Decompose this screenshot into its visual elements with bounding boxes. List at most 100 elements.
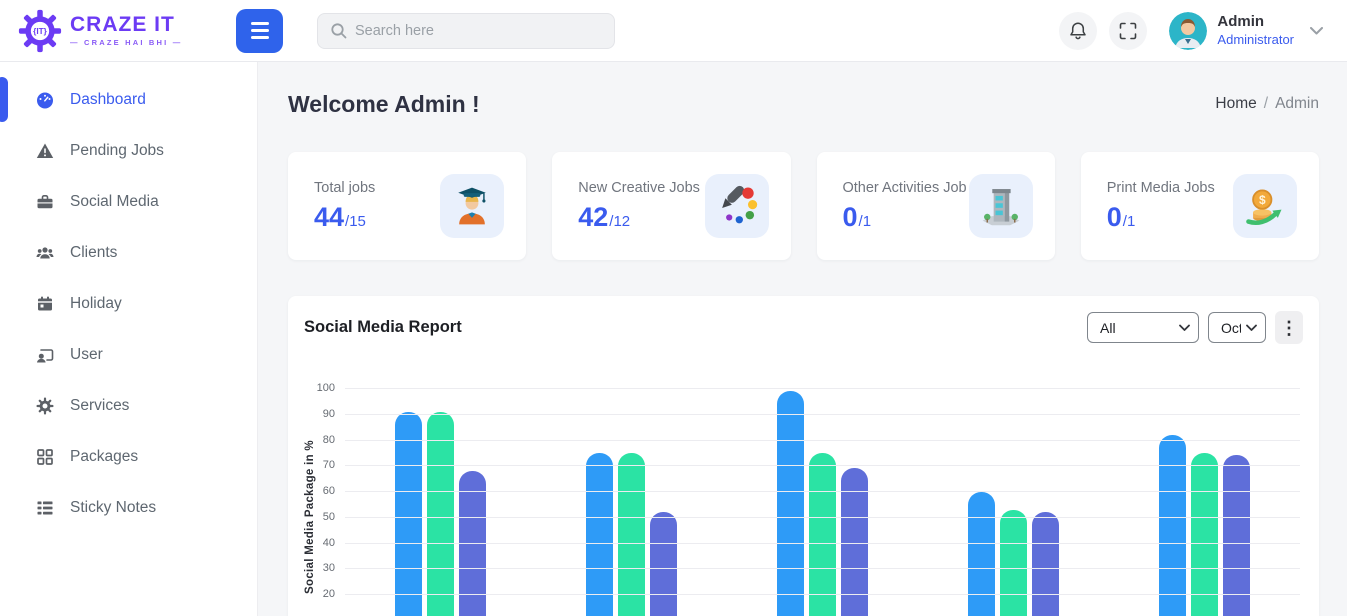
y-tick-label: 70 bbox=[299, 459, 335, 471]
sidebar-item-label: Dashboard bbox=[70, 91, 146, 109]
plot-area: Social Media Package in % 10090807060504… bbox=[345, 388, 1300, 616]
sidebar-item-pending-jobs[interactable]: Pending Jobs bbox=[0, 125, 257, 176]
search-bar[interactable] bbox=[317, 13, 615, 49]
notifications-button[interactable] bbox=[1059, 12, 1097, 50]
kebab-menu-icon[interactable]: ⋮ bbox=[1275, 311, 1303, 344]
y-tick-label: 100 bbox=[299, 382, 335, 394]
sidebar-item-label: Clients bbox=[70, 244, 117, 262]
sidebar: Dashboard Pending Jobs Social Media bbox=[0, 62, 258, 616]
stat-total: /15 bbox=[345, 213, 366, 230]
sidebar-toggle-button[interactable] bbox=[236, 9, 283, 53]
chevron-down-icon bbox=[1310, 27, 1323, 35]
gridline bbox=[345, 465, 1300, 466]
bar-blue bbox=[395, 412, 422, 616]
briefcase-icon bbox=[36, 193, 54, 211]
grid-icon bbox=[36, 448, 54, 466]
sidebar-item-label: Packages bbox=[70, 448, 138, 466]
gridline bbox=[345, 440, 1300, 441]
stat-label: Print Media Jobs bbox=[1107, 180, 1215, 196]
sidebar-item-holiday[interactable]: Holiday bbox=[0, 278, 257, 329]
stat-value: 42 bbox=[578, 202, 608, 233]
y-tick-label: 50 bbox=[299, 511, 335, 523]
stats-row: Total jobs 44 /15 Ne bbox=[288, 152, 1319, 260]
stat-value: 44 bbox=[314, 202, 344, 233]
clients-icon bbox=[36, 244, 54, 262]
bar-group bbox=[1159, 435, 1250, 616]
stat-card-other-activities[interactable]: Other Activities Job 0 /1 bbox=[817, 152, 1055, 260]
bar-group bbox=[968, 492, 1059, 616]
bar-purple bbox=[1223, 455, 1250, 616]
bar-blue bbox=[777, 391, 804, 616]
logo-monogram: {IT} bbox=[33, 27, 48, 36]
search-input[interactable] bbox=[355, 23, 602, 39]
main-content: Welcome Admin ! Home / Admin Total jobs … bbox=[258, 62, 1347, 616]
stat-label: Total jobs bbox=[314, 180, 375, 196]
breadcrumb-current: Admin bbox=[1275, 95, 1319, 113]
fullscreen-button[interactable] bbox=[1109, 12, 1147, 50]
sidebar-item-label: Pending Jobs bbox=[70, 142, 164, 160]
graduate-icon bbox=[440, 174, 504, 238]
sidebar-item-services[interactable]: Services bbox=[0, 380, 257, 431]
stat-label: Other Activities Job bbox=[843, 180, 967, 196]
user-monitor-icon bbox=[36, 346, 54, 364]
building-icon bbox=[969, 174, 1033, 238]
report-month-select[interactable]: Oct bbox=[1208, 312, 1266, 343]
user-menu[interactable]: Admin Administrator bbox=[1169, 12, 1323, 50]
bar-blue bbox=[968, 492, 995, 616]
sidebar-item-label: Holiday bbox=[70, 295, 122, 313]
stat-label: New Creative Jobs bbox=[578, 180, 700, 196]
stat-card-total-jobs[interactable]: Total jobs 44 /15 bbox=[288, 152, 526, 260]
list-icon bbox=[36, 499, 54, 517]
page-title: Welcome Admin ! bbox=[288, 91, 480, 118]
bar-group bbox=[586, 453, 677, 616]
bar-blue bbox=[586, 453, 613, 616]
brand-title: CRAZE IT bbox=[70, 14, 182, 35]
sidebar-item-sticky-notes[interactable]: Sticky Notes bbox=[0, 482, 257, 533]
gear-icon bbox=[36, 397, 54, 415]
report-type-select[interactable]: All bbox=[1087, 312, 1199, 343]
bar-green bbox=[427, 412, 454, 616]
sidebar-item-label: Services bbox=[70, 397, 129, 415]
y-tick-label: 80 bbox=[299, 434, 335, 446]
gridline bbox=[345, 517, 1300, 518]
breadcrumb-home-link[interactable]: Home bbox=[1215, 95, 1256, 113]
search-icon bbox=[330, 22, 347, 39]
stat-card-print-media[interactable]: Print Media Jobs 0 /1 $ bbox=[1081, 152, 1319, 260]
sidebar-item-label: Social Media bbox=[70, 193, 159, 211]
gridline bbox=[345, 491, 1300, 492]
stat-value: 0 bbox=[843, 202, 858, 233]
sidebar-item-social-media[interactable]: Social Media bbox=[0, 176, 257, 227]
bar-blue bbox=[1159, 435, 1186, 616]
stat-card-new-creative-jobs[interactable]: New Creative Jobs 42 /12 bbox=[552, 152, 790, 260]
bar-green bbox=[618, 453, 645, 616]
calendar-icon bbox=[36, 295, 54, 313]
sidebar-item-label: User bbox=[70, 346, 103, 364]
social-media-report-card: Social Media Report All Oct bbox=[288, 296, 1319, 616]
bar-green bbox=[1191, 453, 1218, 616]
y-tick-label: 60 bbox=[299, 485, 335, 497]
dollar-glyph: $ bbox=[1259, 193, 1266, 207]
money-growth-icon: $ bbox=[1233, 174, 1297, 238]
sidebar-item-clients[interactable]: Clients bbox=[0, 227, 257, 278]
stat-value: 0 bbox=[1107, 202, 1122, 233]
sidebar-item-user[interactable]: User bbox=[0, 329, 257, 380]
breadcrumb: Home / Admin bbox=[1215, 95, 1319, 113]
bar-green bbox=[1000, 510, 1027, 616]
brand-logo[interactable]: {IT} CRAZE IT — CRAZE HAI BHI — bbox=[0, 9, 258, 53]
warning-icon bbox=[36, 142, 54, 160]
bell-icon bbox=[1068, 21, 1088, 41]
dashboard-icon bbox=[36, 91, 54, 109]
user-role: Administrator bbox=[1217, 32, 1294, 48]
avatar bbox=[1169, 12, 1207, 50]
topbar: {IT} CRAZE IT — CRAZE HAI BHI — bbox=[0, 0, 1347, 62]
gridline bbox=[345, 543, 1300, 544]
sidebar-item-packages[interactable]: Packages bbox=[0, 431, 257, 482]
chart-title: Social Media Report bbox=[304, 318, 462, 337]
gear-logo-icon: {IT} bbox=[18, 9, 62, 53]
sidebar-item-dashboard[interactable]: Dashboard bbox=[0, 74, 257, 125]
stat-total: /1 bbox=[1123, 213, 1136, 230]
gridline bbox=[345, 568, 1300, 569]
bar-purple bbox=[650, 512, 677, 616]
hamburger-icon bbox=[251, 22, 269, 25]
bar-group bbox=[395, 412, 486, 616]
